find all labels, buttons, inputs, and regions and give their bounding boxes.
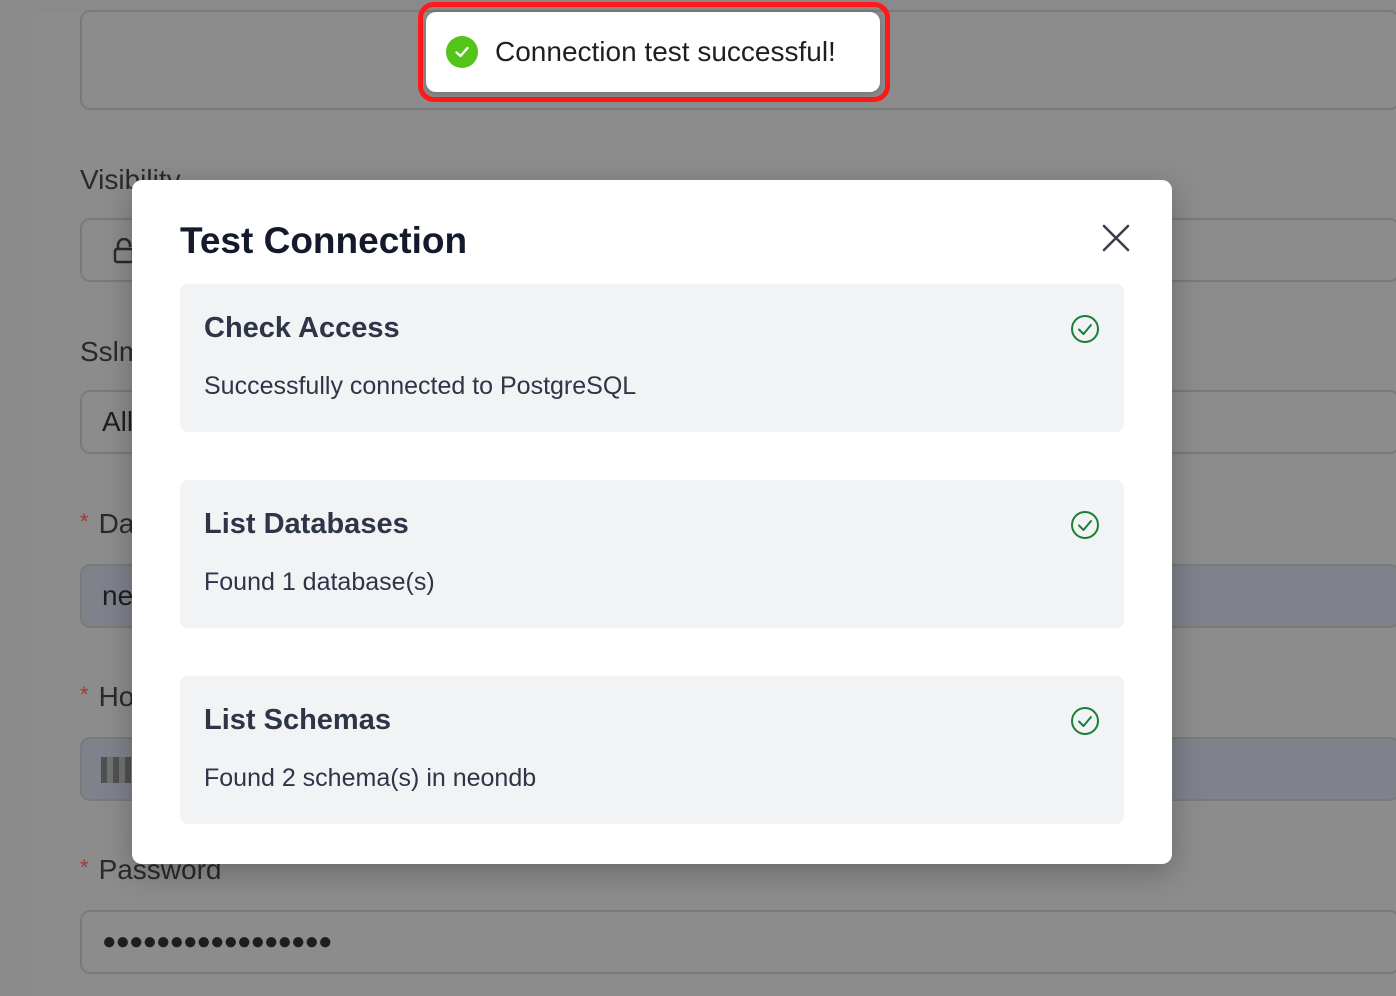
required-marker: * (80, 682, 89, 707)
sslmode-value: All (102, 406, 134, 437)
close-icon[interactable] (1098, 220, 1134, 256)
check-circle-outline-icon (1071, 707, 1099, 735)
step-description: Successfully connected to PostgreSQL (204, 372, 637, 400)
check-circle-outline-icon (1071, 511, 1099, 539)
check-circle-icon (446, 36, 478, 68)
password-value: ●●●●●●●●●●●●●●●●● (102, 928, 332, 955)
toast-message: Connection test successful! (495, 36, 836, 67)
required-marker: * (80, 509, 89, 534)
step-title: List Schemas (204, 704, 391, 736)
database-value: ne (102, 580, 134, 611)
modal-title: Test Connection (180, 220, 468, 261)
step-card-list-databases: List Databases Found 1 database(s) (180, 480, 1124, 628)
redacted-host-value (101, 757, 131, 783)
step-title: List Databases (204, 508, 409, 540)
step-card-list-schemas: List Schemas Found 2 schema(s) in neondb (180, 676, 1124, 824)
step-card-check-access: Check Access Successfully connected to P… (180, 284, 1124, 432)
check-circle-outline-icon (1071, 315, 1099, 343)
step-description: Found 2 schema(s) in neondb (204, 764, 537, 792)
step-title: Check Access (204, 312, 400, 344)
step-description: Found 1 database(s) (204, 568, 435, 596)
test-connection-modal: Test Connection Check Access Successfull… (132, 180, 1172, 864)
required-marker: * (80, 855, 89, 880)
success-toast: Connection test successful! (426, 12, 880, 92)
